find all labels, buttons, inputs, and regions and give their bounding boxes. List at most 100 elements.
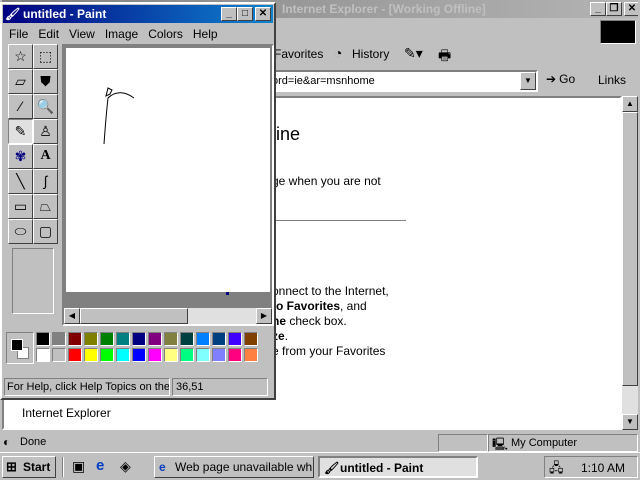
palette-swatch[interactable] <box>116 348 130 362</box>
palette-swatch[interactable] <box>52 332 66 346</box>
ie-launch-icon[interactable]: e <box>96 457 104 474</box>
favorites-button[interactable]: Favorites <box>274 47 323 61</box>
taskbar-ie-button[interactable]: e Web page unavailable wh... <box>154 456 314 478</box>
current-colors[interactable] <box>6 332 34 364</box>
fill-tool[interactable]: ⛊ <box>33 69 58 94</box>
palette-swatch[interactable] <box>212 332 226 346</box>
windows-logo-icon <box>600 20 636 44</box>
palette-swatch[interactable] <box>244 348 258 362</box>
history-icon: ◔ <box>334 45 343 61</box>
status-pane <box>438 434 488 452</box>
doc-line1: ge when you are not <box>272 174 381 188</box>
menu-edit[interactable]: Edit <box>33 27 64 41</box>
canvas-horizontal-scrollbar[interactable]: ◀ ▶ <box>64 308 272 324</box>
menu-colors[interactable]: Colors <box>143 27 188 41</box>
paint-minimize-button[interactable]: _ <box>221 7 237 21</box>
rectangle-tool[interactable]: ▭ <box>8 194 33 219</box>
scroll-thumb[interactable] <box>622 112 638 386</box>
go-arrow-icon: ➔ <box>546 72 557 86</box>
palette-swatch[interactable] <box>164 348 178 362</box>
canvas-resize-handle[interactable] <box>226 292 229 295</box>
palette-swatch[interactable] <box>180 348 194 362</box>
hscroll-left-button[interactable]: ◀ <box>64 308 80 324</box>
palette-swatch[interactable] <box>228 332 242 346</box>
go-button[interactable]: ➔ Go <box>546 72 575 90</box>
ellipse-tool[interactable]: ⬭ <box>8 219 33 244</box>
palette-swatch[interactable] <box>52 348 66 362</box>
show-desktop-icon[interactable]: ▣ <box>72 458 85 475</box>
palette-swatch[interactable] <box>148 332 162 346</box>
free-select-tool[interactable]: ☆ <box>8 44 33 69</box>
taskbar-paint-button[interactable]: 🖌 untitled - Paint <box>318 456 478 478</box>
palette-swatch[interactable] <box>84 348 98 362</box>
palette-swatch[interactable] <box>84 332 98 346</box>
tool-options-box[interactable] <box>12 248 54 314</box>
menu-view[interactable]: View <box>64 27 100 41</box>
palette-swatch[interactable] <box>180 332 194 346</box>
paint-title-bar[interactable]: 🖌 untitled - Paint _ □ ✕ <box>3 5 273 23</box>
palette-swatch[interactable] <box>100 332 114 346</box>
palette-swatch[interactable] <box>68 348 82 362</box>
clock[interactable]: 1:10 AM <box>581 461 625 475</box>
palette-swatch[interactable] <box>116 332 130 346</box>
address-dropdown-button[interactable]: ▼ <box>520 72 536 90</box>
brush-tool[interactable]: ♙ <box>33 119 58 144</box>
channels-icon[interactable]: ◈ <box>120 458 131 475</box>
scroll-down-button[interactable]: ▼ <box>622 414 638 430</box>
links-button[interactable]: Links <box>598 73 626 87</box>
menu-help[interactable]: Help <box>188 27 223 41</box>
scroll-up-button[interactable]: ▲ <box>622 96 638 112</box>
taskbar: ⊞ Start ▣ e ◈ e Web page unavailable wh.… <box>0 452 640 480</box>
palette-swatch[interactable] <box>196 348 210 362</box>
doc-footer-link[interactable]: Internet Explorer <box>22 406 111 420</box>
foreground-color <box>11 339 23 351</box>
polygon-tool[interactable]: ⏢ <box>33 194 58 219</box>
network-tray-icon[interactable]: 🖧 <box>549 459 564 480</box>
paint-maximize-button[interactable]: □ <box>237 7 253 21</box>
palette-swatch[interactable] <box>68 332 82 346</box>
rounded-rect-tool[interactable]: ▢ <box>33 219 58 244</box>
color-picker-tool[interactable]: ⁄ <box>8 94 33 119</box>
palette-swatch[interactable] <box>132 348 146 362</box>
palette-swatch[interactable] <box>148 348 162 362</box>
doc-para3-rest: check box. <box>286 314 347 328</box>
ie-vertical-scrollbar[interactable]: ▲ ▼ <box>622 96 638 430</box>
palette-swatch[interactable] <box>36 332 50 346</box>
palette-swatch[interactable] <box>36 348 50 362</box>
line-tool[interactable]: ╲ <box>8 169 33 194</box>
curve-tool[interactable]: ∫ <box>33 169 58 194</box>
edit-icon[interactable]: ✎▾ <box>404 45 423 62</box>
address-input[interactable]: ord=ie&ar=msnhome ▼ <box>268 70 538 92</box>
ie-close-button[interactable]: ✕ <box>624 2 638 16</box>
paint-close-button[interactable]: ✕ <box>255 7 271 21</box>
palette-swatch[interactable] <box>244 332 258 346</box>
start-button[interactable]: ⊞ Start <box>2 456 56 478</box>
airbrush-tool[interactable]: ✾ <box>8 144 33 169</box>
menu-image[interactable]: Image <box>100 27 143 41</box>
palette-swatch[interactable] <box>132 332 146 346</box>
paint-app-icon: 🖌 <box>5 7 21 21</box>
paint-coords-text: 36,51 <box>176 381 204 393</box>
palette-swatch[interactable] <box>100 348 114 362</box>
hscroll-right-button[interactable]: ▶ <box>256 308 272 324</box>
doc-heading: line <box>272 124 301 144</box>
ie-restore-button[interactable]: ❐ <box>606 2 622 16</box>
text-tool[interactable]: A <box>33 144 58 169</box>
hscroll-thumb[interactable] <box>80 308 188 324</box>
palette-swatch[interactable] <box>228 348 242 362</box>
eraser-tool[interactable]: ▱ <box>8 69 33 94</box>
ie-title-text: Internet Explorer - [Working Offline] <box>282 2 486 16</box>
palette-swatch[interactable] <box>164 332 178 346</box>
palette-swatch[interactable] <box>212 348 226 362</box>
rect-select-tool[interactable]: ⬚ <box>33 44 58 69</box>
paint-canvas[interactable] <box>66 48 270 295</box>
history-button[interactable]: History <box>352 47 389 61</box>
menu-file[interactable]: File <box>4 27 33 41</box>
pencil-stroke <box>103 92 135 145</box>
ie-minimize-button[interactable]: _ <box>590 2 606 16</box>
ie-status-text: Done <box>20 436 47 448</box>
print-icon[interactable]: 🖶 <box>438 45 451 69</box>
palette-swatch[interactable] <box>196 332 210 346</box>
pencil-tool[interactable]: ✎ <box>8 119 33 144</box>
magnifier-tool[interactable]: 🔍 <box>33 94 58 119</box>
